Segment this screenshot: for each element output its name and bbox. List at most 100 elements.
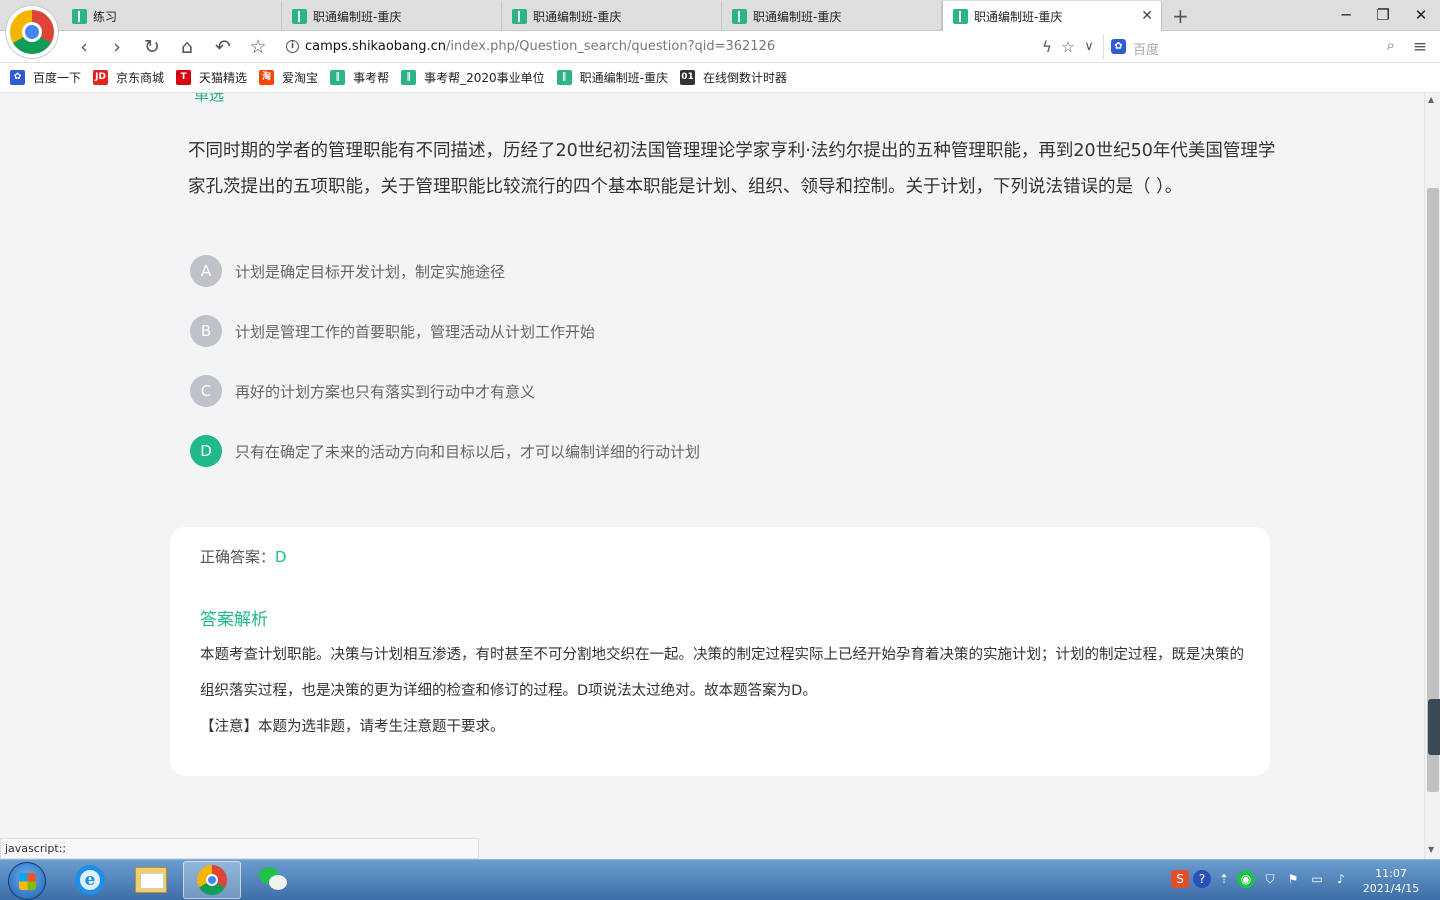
bookmark-item[interactable]: T 天猫精选 [176, 69, 247, 86]
shikaobang-icon [953, 9, 968, 24]
bookmark-item[interactable]: 淘爱淘宝 [259, 69, 318, 86]
analysis-body: 本题考查计划职能。决策与计划相互渗透，有时甚至不可分割地交织在一起。决策的制定过… [200, 647, 1244, 699]
status-bar: javascript:; [0, 838, 479, 859]
ie-icon: e [75, 865, 105, 895]
menu-icon[interactable]: ≡ [1408, 35, 1432, 59]
analysis-title: 答案解析 [200, 610, 268, 630]
option-text: 只有在确定了未来的活动方向和目标以后，才可以编制详细的行动计划 [235, 442, 701, 461]
security-shield-icon[interactable]: ⛉ [1261, 870, 1279, 888]
network-icon[interactable]: ⚑ [1284, 870, 1302, 888]
bookmark-item[interactable]: ‖ 事考帮_2020事业单位 [401, 69, 545, 86]
bookmark-item[interactable]: ‖ 事考帮 [330, 69, 389, 86]
browser-icon [197, 865, 227, 895]
question-type-tag: 单选 [194, 93, 225, 104]
bookmark-label: 事考帮 [353, 71, 390, 85]
address-field[interactable]: camps.shikaobang.cn/index.php/Question_s… [305, 39, 775, 54]
question-page: 单选 不同时期的学者的管理职能有不同描述，历经了20世纪初法国管理理论学家亨利·… [18, 93, 1423, 859]
help-icon[interactable]: ? [1193, 870, 1211, 888]
tray-expand-icon[interactable]: ⇡ [1215, 870, 1233, 888]
sogou-ime-icon[interactable]: S [1171, 870, 1189, 888]
reload-icon[interactable]: ↻ [140, 35, 164, 59]
navigation-bar: ‹ › ↻ ⌂ ↶ ☆ i camps.shikaobang.cn/index.… [0, 31, 1440, 63]
bookmark-item[interactable]: ‖ 职通编制班-重庆 [556, 69, 668, 86]
tmall-icon: T [176, 70, 192, 85]
tab-label: 职通编制班-重庆 [753, 9, 842, 24]
baidu-icon: ✿ [1111, 39, 1126, 54]
bookmark-label: 在线倒数计时器 [702, 71, 787, 85]
search-engine-box[interactable]: ✿ 百度 ⌕ [1103, 35, 1401, 59]
tab-strip: 练习 职通编制班-重庆 职通编制班-重庆 职通编制班-重庆 职通编制班-重庆 ✕… [0, 0, 1440, 32]
bookmark-label: 百度一下 [33, 71, 82, 85]
wechat-tray-icon[interactable]: ◉ [1237, 870, 1255, 888]
search-placeholder: 百度 [1133, 43, 1160, 58]
tab-course-3[interactable]: 职通编制班-重庆 [502, 1, 722, 31]
bookmark-item[interactable]: 01 在线倒数计时器 [679, 69, 787, 86]
clock-time: 11:07 [1375, 867, 1407, 880]
bookmark-label: 事考帮_2020事业单位 [424, 71, 545, 85]
tab-label: 练习 [93, 9, 118, 24]
volume-icon[interactable]: ♪ [1332, 870, 1350, 888]
option-b[interactable]: B 计划是管理工作的首要职能，管理活动从计划工作开始 [190, 315, 595, 347]
tab-course-2[interactable]: 职通编制班-重庆 [282, 1, 502, 31]
option-text: 再好的计划方案也只有落实到行动中才有意义 [235, 382, 536, 401]
tab-label: 职通编制班-重庆 [974, 10, 1063, 24]
taskbar-wechat[interactable] [245, 861, 303, 899]
correct-answer-label: 正确答案： [200, 548, 276, 566]
taobao-icon: 淘 [259, 70, 275, 85]
shikaobang-icon: ‖ [556, 70, 572, 85]
undo-close-icon[interactable]: ↶ [211, 35, 235, 59]
answer-card: 正确答案：D 答案解析 本题考查计划职能。决策与计划相互渗透，有时甚至不可分割地… [170, 527, 1270, 776]
option-text: 计划是管理工作的首要职能，管理活动从计划工作开始 [235, 322, 596, 341]
option-letter: C [190, 375, 222, 407]
bookmark-label: 京东商城 [116, 71, 165, 85]
start-button[interactable] [8, 862, 46, 900]
bookmark-item[interactable]: ✿ 百度一下 [10, 69, 81, 86]
tab-course-4[interactable]: 职通编制班-重庆 [722, 1, 942, 31]
option-d[interactable]: D 只有在确定了未来的活动方向和目标以后，才可以编制详细的行动计划 [190, 435, 700, 467]
url-path: /index.php/Question_search/question?qid=… [446, 39, 776, 54]
site-info-icon[interactable]: i [286, 40, 299, 53]
back-icon[interactable]: ‹ [72, 35, 96, 59]
timer-icon: 01 [679, 70, 695, 85]
correct-answer: 正确答案：D [200, 546, 287, 567]
bookmark-label: 爱淘宝 [282, 71, 319, 85]
tab-practice[interactable]: 练习 [62, 1, 282, 31]
browser-logo-icon[interactable] [6, 6, 58, 58]
option-letter: B [190, 315, 222, 347]
shikaobang-icon [72, 8, 87, 24]
minimize-button[interactable]: ─ [1328, 3, 1364, 27]
taskbar-explorer[interactable] [122, 861, 180, 899]
analysis-note: 【注意】本题为选非题，请考生注意题干要求。 [200, 719, 505, 735]
taskbar: e S ? ⇡ ◉ ⛉ ⚑ ▭ ♪ 11:07 2021/4/15 [0, 859, 1440, 900]
new-tab-button[interactable]: + [1172, 4, 1189, 28]
option-letter: A [190, 255, 222, 287]
jd-icon: JD [93, 70, 109, 85]
bookmark-item[interactable]: JD 京东商城 [93, 69, 164, 86]
side-float-widget[interactable] [1428, 699, 1440, 755]
search-icon[interactable]: ⌕ [1387, 36, 1395, 54]
display-icon[interactable]: ▭ [1308, 870, 1326, 888]
option-a[interactable]: A 计划是确定目标开发计划，制定实施途径 [190, 255, 505, 287]
home-icon[interactable]: ⌂ [175, 35, 199, 59]
bookmark-star-icon[interactable]: ☆ [246, 35, 270, 59]
chevron-down-icon[interactable]: ∨ [1077, 35, 1101, 59]
wechat-icon [259, 867, 289, 893]
bookmark-label: 天猫精选 [199, 71, 248, 85]
forward-icon[interactable]: › [105, 35, 129, 59]
taskbar-ie[interactable]: e [61, 861, 119, 899]
url-host: camps.shikaobang.cn [305, 39, 447, 54]
option-c[interactable]: C 再好的计划方案也只有落实到行动中才有意义 [190, 375, 535, 407]
scroll-up-icon[interactable]: ▲ [1428, 95, 1434, 104]
close-window-button[interactable]: ✕ [1403, 3, 1439, 27]
taskbar-browser[interactable] [183, 861, 241, 899]
shikaobang-icon: ‖ [401, 70, 417, 85]
close-tab-icon[interactable]: ✕ [1141, 8, 1153, 24]
clock-date: 2021/4/15 [1362, 882, 1420, 895]
tab-course-active[interactable]: 职通编制班-重庆 ✕ [942, 1, 1162, 32]
windows-icon [19, 873, 36, 890]
restore-button[interactable]: ❐ [1365, 3, 1401, 27]
paw-icon: ✿ [10, 70, 25, 85]
scroll-down-icon[interactable]: ▼ [1428, 845, 1434, 854]
system-clock[interactable]: 11:07 2021/4/15 [1358, 866, 1424, 896]
shikaobang-icon [732, 8, 747, 24]
